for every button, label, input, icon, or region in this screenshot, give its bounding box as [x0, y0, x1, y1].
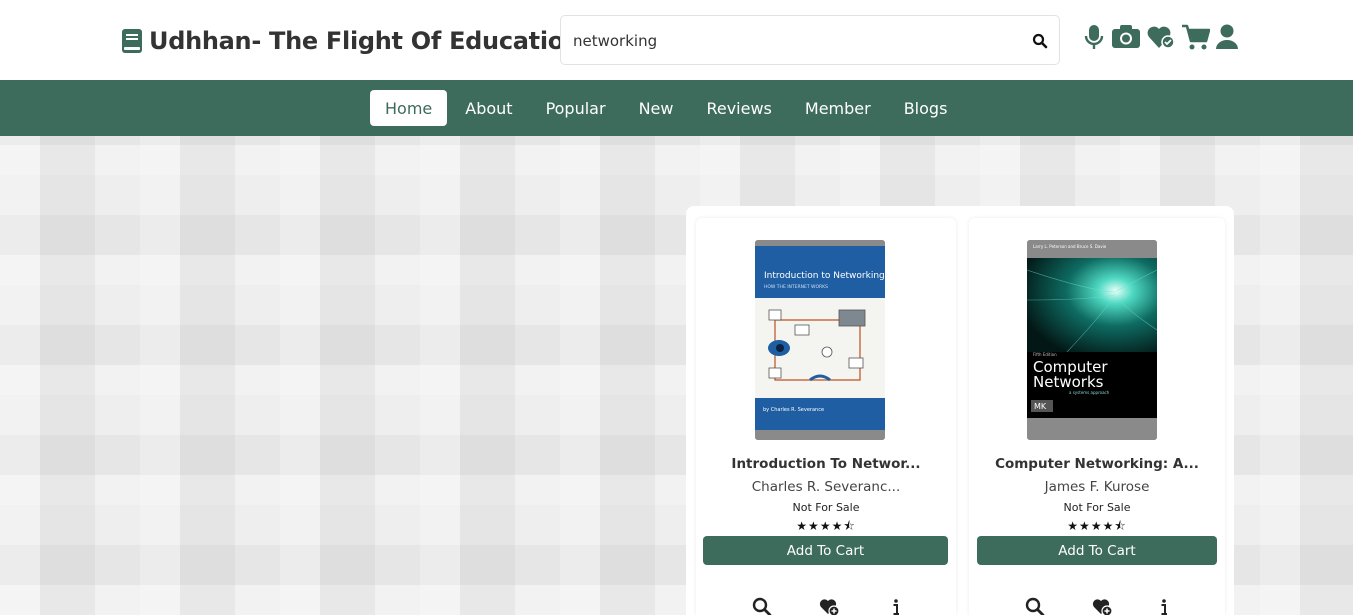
nav-item-home[interactable]: Home	[370, 90, 448, 126]
book-price: Not For Sale	[792, 501, 860, 514]
cover-edition: Fifth Edition	[1033, 352, 1057, 357]
cover-byline: by Charles R. Severance	[763, 407, 824, 413]
search-icon[interactable]	[1031, 32, 1049, 50]
cover-title: Introduction to Networking	[764, 271, 885, 281]
user-icon[interactable]	[1214, 22, 1240, 52]
book-price: Not For Sale	[1063, 501, 1131, 514]
book-card: Larry L. Peterson and Bruce S. Davie Fif…	[969, 218, 1225, 615]
add-to-cart-button[interactable]: Add To Cart	[977, 536, 1217, 565]
card-actions	[696, 596, 956, 615]
rating-stars: ★★★★⯪	[1067, 519, 1127, 533]
header-icons	[1082, 22, 1240, 52]
search-box	[560, 15, 1060, 65]
book-card: Introduction to Networking HOW THE INTER…	[696, 218, 956, 615]
cover-subtitle: a systems approach	[1069, 390, 1110, 395]
book-author: Charles R. Severanc...	[751, 479, 901, 495]
book-icon	[121, 28, 143, 54]
rating-stars: ★★★★⯪	[796, 519, 856, 533]
info-icon[interactable]	[1153, 596, 1175, 615]
nav-item-new[interactable]: New	[624, 90, 689, 126]
microphone-icon[interactable]	[1082, 22, 1106, 52]
nav-item-blogs[interactable]: Blogs	[889, 90, 963, 126]
brand[interactable]: Udhhan- The Flight Of Education	[121, 24, 581, 58]
add-to-cart-button[interactable]: Add To Cart	[703, 536, 948, 565]
wishlist-add-icon[interactable]	[819, 596, 841, 615]
main-nav: Home About Popular New Reviews Member Bl…	[0, 80, 1353, 136]
book-title[interactable]: Computer Networking: A...	[969, 456, 1225, 472]
search-icon[interactable]	[1024, 596, 1046, 615]
nav-item-about[interactable]: About	[450, 90, 527, 126]
search-input[interactable]	[573, 28, 1013, 54]
cover-title-line2: Networks	[1033, 373, 1104, 391]
book-author: James F. Kurose	[1044, 479, 1150, 495]
book-title[interactable]: Introduction To Networ...	[696, 456, 956, 472]
search-results: Introduction to Networking HOW THE INTER…	[686, 206, 1234, 615]
search-icon[interactable]	[751, 596, 773, 615]
wishlist-add-icon[interactable]	[1092, 596, 1114, 615]
book-cover[interactable]: Introduction to Networking HOW THE INTER…	[755, 240, 885, 440]
nav-item-member[interactable]: Member	[790, 90, 886, 126]
info-icon[interactable]	[885, 596, 907, 615]
nav-item-popular[interactable]: Popular	[531, 90, 621, 126]
cart-icon[interactable]	[1180, 22, 1211, 52]
brand-name: Udhhan- The Flight Of Education	[149, 27, 581, 55]
camera-icon[interactable]	[1110, 22, 1142, 52]
cover-subtitle: HOW THE INTERNET WORKS	[764, 284, 828, 290]
wishlist-heart-icon[interactable]	[1146, 22, 1176, 52]
card-actions	[969, 596, 1225, 615]
cover-authors: Larry L. Peterson and Bruce S. Davie	[1033, 244, 1107, 249]
book-cover[interactable]: Larry L. Peterson and Bruce S. Davie Fif…	[1027, 240, 1157, 440]
nav-item-reviews[interactable]: Reviews	[691, 90, 786, 126]
cover-publisher: MK	[1034, 402, 1047, 411]
header: Udhhan- The Flight Of Education	[0, 0, 1353, 80]
